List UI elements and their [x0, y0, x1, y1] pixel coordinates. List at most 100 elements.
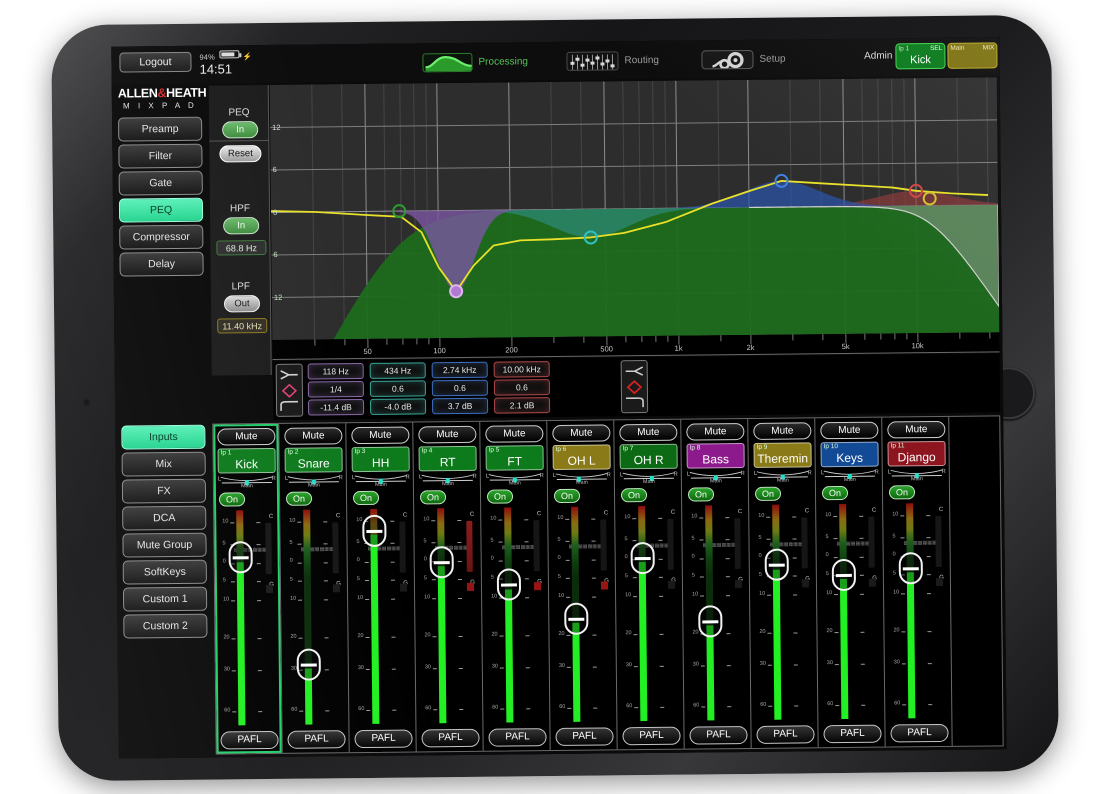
hpf-in-toggle[interactable]: In	[223, 217, 259, 234]
pafl-button[interactable]: PAFL	[555, 727, 613, 746]
pan-control[interactable]: LRMain	[352, 475, 410, 490]
channel-name-box[interactable]: Ip 11Django	[887, 441, 945, 467]
pan-control[interactable]: LRMain	[218, 476, 276, 491]
hpf-frequency-value[interactable]: 68.8 Hz	[216, 240, 266, 256]
pan-control[interactable]: LRMain	[687, 471, 745, 486]
fader-area[interactable]: 1050510203060▦▦▦▦▦▦▦▦CG	[817, 504, 884, 720]
pan-control[interactable]: LRMain	[754, 470, 812, 485]
high-shape-selector[interactable]	[621, 360, 649, 413]
pafl-button[interactable]: PAFL	[689, 726, 747, 745]
fader-area[interactable]: 1050510203060▦▦▦▦▦▦▦▦CG	[415, 508, 482, 724]
channel-strip[interactable]: Mute Ip 3HH LRMainOn 1050510203060▦▦▦▦▦▦▦▦C…	[347, 422, 416, 752]
bank-item-inputs[interactable]: Inputs	[121, 425, 205, 450]
channel-strip[interactable]: Mute Ip 10Keys LRMainOn 1050510203060▦▦▦▦▦▦…	[816, 418, 885, 748]
tab-routing[interactable]: Routing	[566, 45, 659, 76]
channel-name-box[interactable]: Ip 7OH R	[619, 444, 677, 470]
fader-handle[interactable]	[899, 552, 923, 584]
on-button[interactable]: On	[487, 489, 513, 503]
mute-button[interactable]: Mute	[887, 421, 945, 439]
sidebar-item-compressor[interactable]: Compressor	[119, 225, 203, 250]
fader-handle[interactable]	[564, 602, 588, 634]
channel-name-box[interactable]: Ip 9Theremin	[753, 442, 811, 468]
fader-handle[interactable]	[832, 559, 856, 591]
sidebar-item-filter[interactable]: Filter	[118, 144, 202, 169]
bank-item-dca[interactable]: DCA	[122, 506, 206, 531]
pafl-button[interactable]: PAFL	[488, 728, 546, 747]
fader-handle[interactable]	[297, 648, 321, 680]
on-button[interactable]: On	[554, 489, 580, 503]
channel-strip[interactable]: Mute Ip 7OH R LRMainOn 1050510203060▦▦▦▦▦▦▦…	[615, 420, 684, 750]
channel-name-box[interactable]: Ip 3HH	[352, 447, 410, 473]
fader-area[interactable]: 1050510203060▦▦▦▦▦▦▦▦CG	[750, 504, 817, 720]
low-shape-selector[interactable]	[276, 364, 304, 417]
channel-name-box[interactable]: Ip 1Kick	[218, 448, 276, 474]
bank-item-softkeys[interactable]: SoftKeys	[123, 560, 207, 585]
channel-name-box[interactable]: Ip 10Keys	[820, 442, 878, 468]
pafl-button[interactable]: PAFL	[220, 731, 278, 750]
bank-item-custom-1[interactable]: Custom 1	[123, 587, 207, 612]
fader-handle[interactable]	[765, 549, 789, 581]
lpf-out-toggle[interactable]: Out	[224, 295, 260, 312]
mute-button[interactable]: Mute	[820, 422, 878, 440]
mute-button[interactable]: Mute	[686, 423, 744, 441]
sidebar-item-peq[interactable]: PEQ	[119, 198, 203, 223]
mute-button[interactable]: Mute	[351, 427, 409, 445]
on-button[interactable]: On	[621, 488, 647, 502]
on-button[interactable]: On	[286, 492, 312, 506]
selected-channel-indicator[interactable]: Ip 1 SEL Kick	[895, 43, 945, 70]
fader-handle[interactable]	[430, 546, 454, 578]
fader-area[interactable]: 1050510203060▦▦▦▦▦▦▦▦CG	[616, 506, 683, 722]
sidebar-item-gate[interactable]: Gate	[119, 171, 203, 196]
pan-control[interactable]: LRMain	[419, 474, 477, 489]
on-button[interactable]: On	[219, 492, 245, 506]
fader-area[interactable]: 1050510203060▦▦▦▦▦▦▦▦CG	[348, 508, 415, 724]
fader-handle[interactable]	[698, 605, 722, 637]
pan-control[interactable]: LRMain	[553, 472, 611, 487]
eq-band-4-gain[interactable]: 2.1 dB	[494, 397, 550, 414]
fader-handle[interactable]	[228, 541, 252, 573]
eq-graph[interactable]: 1260612	[270, 77, 1000, 340]
fader-handle[interactable]	[362, 514, 386, 546]
mute-button[interactable]: Mute	[217, 428, 275, 446]
channel-strip[interactable]: MuteIp 11DjangoLRMainOn1050510203060▦▦▦▦…	[883, 417, 952, 747]
mute-button[interactable]: Mute	[753, 422, 811, 440]
eq-band-2-q[interactable]: 0.6	[370, 380, 426, 397]
channel-strip[interactable]: MuteIp 6OH LLRMainOn1050510203060▦▦▦▦▦▦▦…	[548, 420, 617, 750]
fader-handle[interactable]	[631, 542, 655, 574]
selected-mix-indicator[interactable]: Main MIX	[947, 42, 997, 69]
eq-band-2-gain[interactable]: -4.0 dB	[370, 398, 426, 415]
fader-area[interactable]: 1050510203060▦▦▦▦▦▦▦▦CG	[683, 505, 750, 721]
pafl-button[interactable]: PAFL	[287, 730, 345, 749]
mute-button[interactable]: Mute	[552, 424, 610, 442]
on-button[interactable]: On	[353, 491, 379, 505]
channel-name-box[interactable]: Ip 4RT	[418, 446, 476, 472]
channel-strip[interactable]: MuteIp 2SnareLRMainOn1050510203060▦▦▦▦▦▦…	[280, 423, 349, 753]
fader-area[interactable]: 1050510203060▦▦▦▦▦▦▦▦CG	[884, 503, 951, 719]
mute-button[interactable]: Mute	[418, 426, 476, 444]
channel-name-box[interactable]: Ip 2Snare	[285, 447, 343, 473]
on-button[interactable]: On	[420, 490, 446, 504]
channel-strip[interactable]: MuteIp 8BassLRMainOn1050510203060▦▦▦▦▦▦▦…	[682, 419, 751, 749]
eq-band-4-q[interactable]: 0.6	[494, 379, 550, 396]
channel-strip[interactable]: MuteIp 9ThereminLRMainOn1050510203060▦▦▦…	[749, 418, 818, 748]
mute-button[interactable]: Mute	[619, 424, 677, 442]
fader-area[interactable]: 1050510203060▦▦▦▦▦▦▦▦CG	[214, 510, 281, 726]
peq-reset-button[interactable]: Reset	[219, 145, 261, 162]
pan-control[interactable]: LRMain	[821, 470, 879, 485]
pafl-button[interactable]: PAFL	[622, 727, 680, 746]
on-button[interactable]: On	[822, 486, 848, 500]
pan-control[interactable]: LRMain	[620, 472, 678, 487]
channel-strip[interactable]: MuteIp 5FTLRMainOn1050510203060▦▦▦▦▦▦▦▦C…	[481, 421, 550, 751]
fader-area[interactable]: 1050510203060▦▦▦▦▦▦▦▦CG	[482, 507, 549, 723]
pan-control[interactable]: LRMain	[285, 475, 343, 490]
eq-band-3-q[interactable]: 0.6	[432, 380, 488, 397]
pan-control[interactable]: LRMain	[888, 469, 946, 484]
logout-button[interactable]: Logout	[119, 52, 191, 73]
bank-item-mute-group[interactable]: Mute Group	[122, 533, 206, 558]
mute-button[interactable]: Mute	[485, 425, 543, 443]
eq-band-1-gain[interactable]: -11.4 dB	[308, 399, 364, 416]
mute-button[interactable]: Mute	[284, 427, 342, 445]
channel-name-box[interactable]: Ip 8Bass	[686, 443, 744, 469]
eq-band-4-freq[interactable]: 10.00 kHz	[494, 361, 550, 378]
eq-band-1-q[interactable]: 1/4	[308, 381, 364, 398]
